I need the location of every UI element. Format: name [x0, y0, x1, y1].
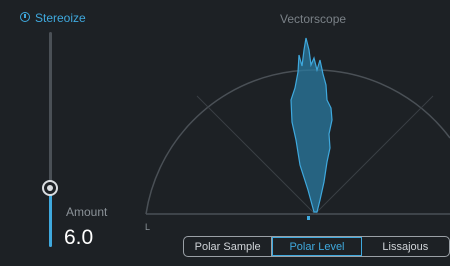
scope-center-marker [307, 216, 310, 220]
mode-polar-sample[interactable]: Polar Sample [184, 237, 273, 256]
scope-guide-right [314, 95, 434, 215]
left-channel-label: L [145, 222, 151, 232]
display-mode-selector: Polar Sample Polar Level Lissajous [183, 236, 450, 257]
scope-level-shape [290, 37, 333, 213]
vectorscope-display [145, 37, 450, 220]
mode-polar-level[interactable]: Polar Level [272, 237, 362, 256]
mode-lissajous[interactable]: Lissajous [362, 237, 449, 256]
